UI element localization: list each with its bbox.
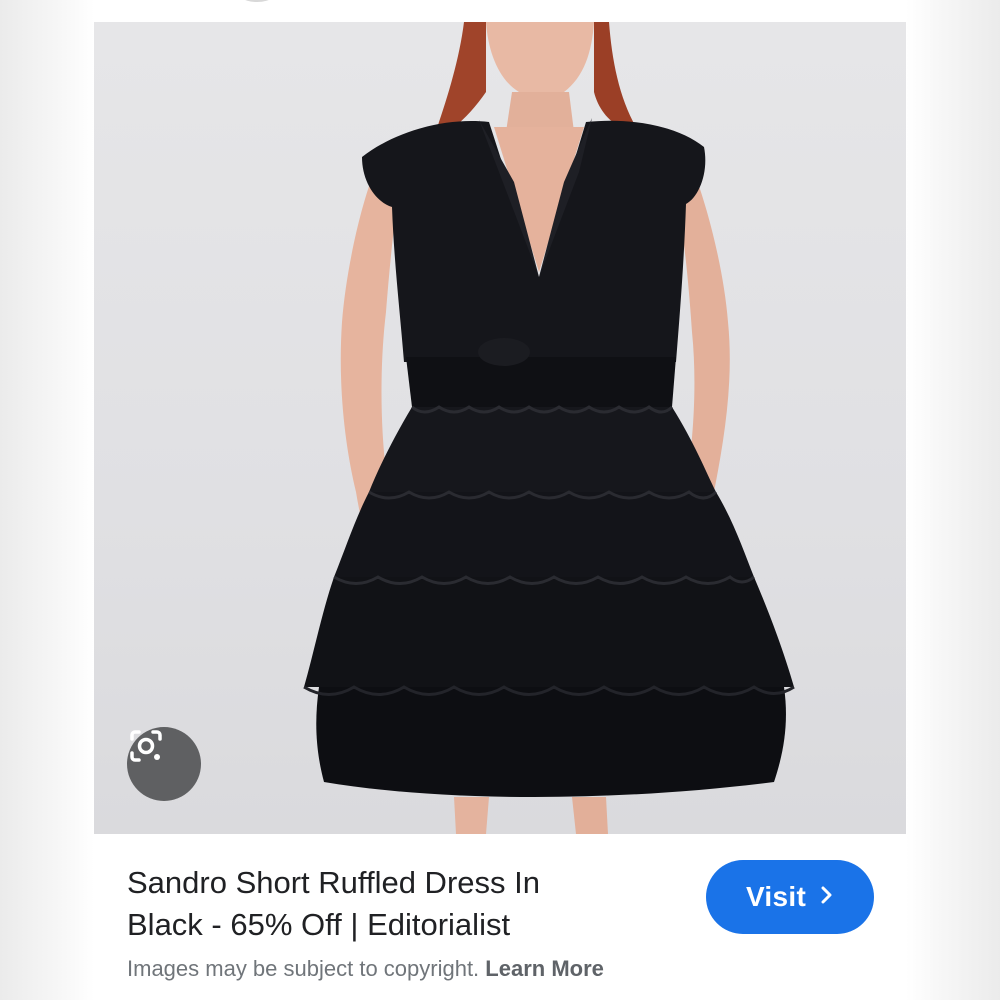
result-info-panel: Sandro Short Ruffled Dress In Black - 65… [94, 834, 906, 1000]
lens-search-button[interactable] [127, 727, 201, 801]
visit-button-label: Visit [745, 881, 807, 912]
chevron-right-icon [820, 885, 834, 910]
top-bar [94, 0, 906, 22]
copyright-text: Images may be subject to copyright. [127, 956, 480, 981]
partial-button-outline [232, 0, 282, 2]
product-image[interactable] [94, 22, 906, 834]
result-title-line-1: Sandro Short Ruffled Dress In [127, 865, 540, 900]
image-result-page: Sandro Short Ruffled Dress In Black - 65… [0, 0, 1000, 1000]
result-title[interactable]: Sandro Short Ruffled Dress In Black - 65… [127, 862, 647, 946]
visit-button[interactable]: Visit [706, 860, 874, 934]
result-title-line-2: Black - 65% Off | Editorialist [127, 907, 511, 942]
copyright-disclaimer: Images may be subject to copyright. Lear… [127, 956, 604, 982]
learn-more-link[interactable]: Learn More [485, 956, 604, 981]
